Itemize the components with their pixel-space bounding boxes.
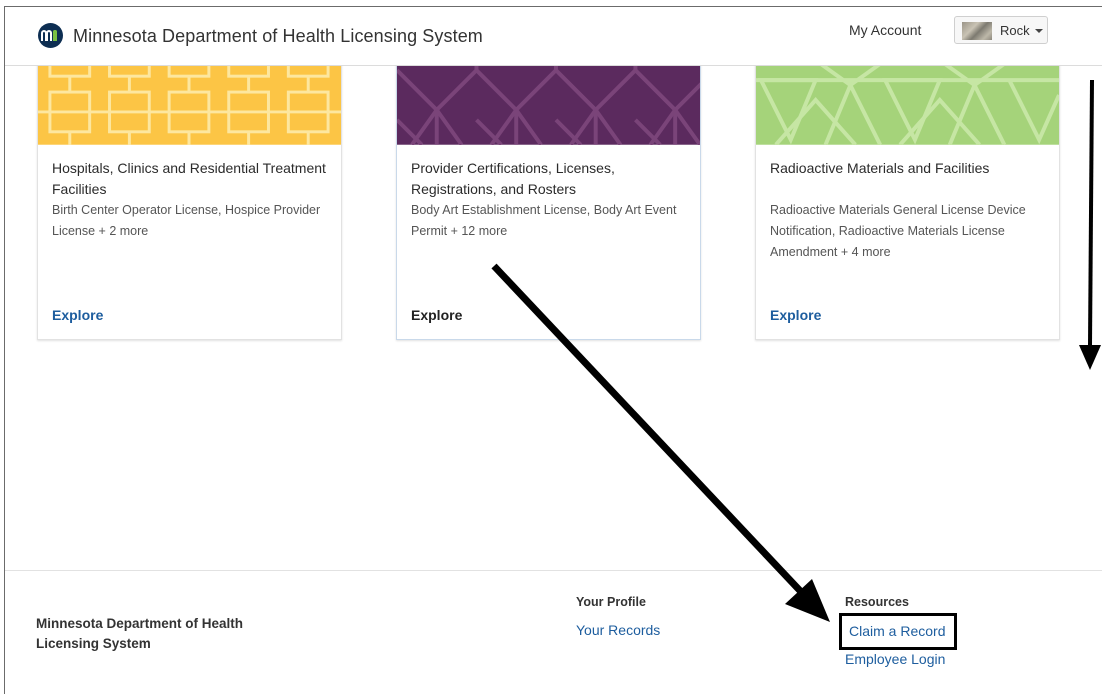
card-description: Birth Center Operator License, Hospice P…	[52, 203, 321, 238]
explore-link[interactable]: Explore	[770, 307, 821, 323]
site-footer: Minnesota Department of Health Licensing…	[5, 570, 1102, 694]
user-name: Rock	[1000, 23, 1030, 38]
category-card-hospitals[interactable]: Hospitals, Clinics and Residential Treat…	[37, 60, 342, 340]
category-card-provider-certifications[interactable]: Provider Certifications, Licenses, Regis…	[396, 60, 701, 340]
logo-mark	[41, 30, 60, 41]
browser-window: Minnesota Department of Health Licensing…	[4, 6, 1102, 694]
your-records-link[interactable]: Your Records	[576, 622, 660, 638]
category-card-radioactive-materials[interactable]: Radioactive Materials and Facilities Rad…	[755, 60, 1060, 340]
card-banner-pattern	[397, 60, 700, 145]
footer-heading-profile: Your Profile	[576, 595, 646, 609]
card-description: Body Art Establishment License, Body Art…	[411, 203, 677, 238]
card-description: Radioactive Materials General License De…	[770, 203, 1026, 259]
card-title: Hospitals, Clinics and Residential Treat…	[52, 160, 326, 197]
footer-heading-resources: Resources	[845, 595, 909, 609]
card-banner-pattern	[756, 60, 1059, 145]
explore-link[interactable]: Explore	[52, 307, 103, 323]
site-header: Minnesota Department of Health Licensing…	[5, 7, 1102, 66]
my-account-link[interactable]: My Account	[849, 22, 921, 38]
claim-a-record-link[interactable]: Claim a Record	[839, 613, 957, 650]
card-banner-pattern	[38, 60, 341, 145]
card-title: Radioactive Materials and Facilities	[770, 160, 990, 176]
caret-down-icon	[1035, 29, 1043, 33]
explore-link[interactable]: Explore	[411, 307, 462, 323]
employee-login-link[interactable]: Employee Login	[845, 651, 945, 667]
avatar	[962, 22, 992, 40]
user-menu-button[interactable]: Rock	[954, 16, 1048, 44]
card-title: Provider Certifications, Licenses, Regis…	[411, 160, 615, 197]
site-title[interactable]: Minnesota Department of Health Licensing…	[73, 26, 483, 47]
mn-logo-icon[interactable]	[38, 23, 63, 48]
footer-org-name: Minnesota Department of Health Licensing…	[36, 616, 244, 651]
